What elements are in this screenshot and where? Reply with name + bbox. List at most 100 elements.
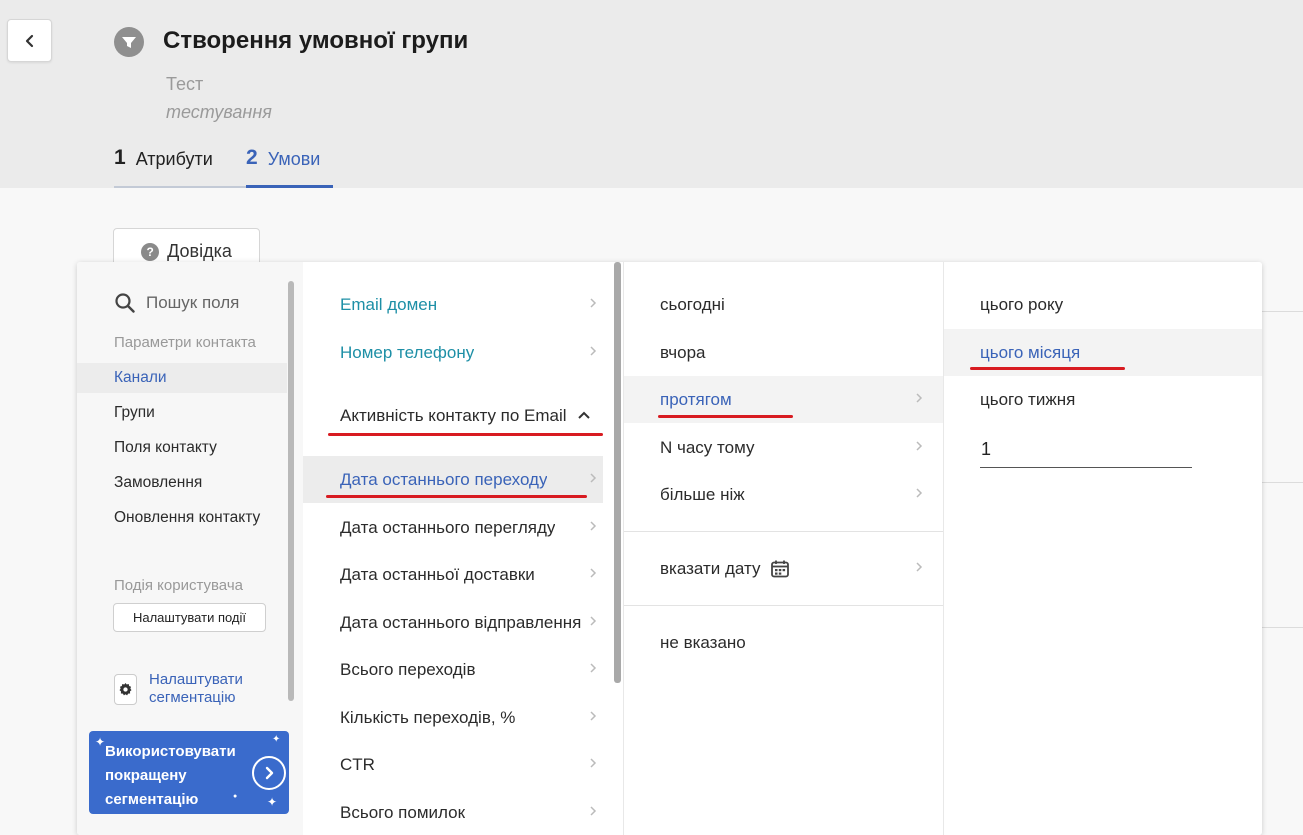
section-label-contact: Параметри контакта <box>114 334 256 351</box>
period-today[interactable]: сьогодні <box>624 281 943 328</box>
page-header: Створення умовної групи Тест тестування … <box>0 0 1303 188</box>
period-label: вказати дату <box>660 558 761 578</box>
chevron-right-icon <box>252 756 286 790</box>
field-label: Дата останньої доставки <box>340 564 535 584</box>
sparkle-icon: ✦ <box>272 734 281 745</box>
field-search[interactable]: Пошук поля <box>114 292 239 314</box>
chevron-right-icon <box>590 806 597 816</box>
annotation-underline <box>970 367 1125 370</box>
field-label: Дата останнього перегляду <box>340 517 556 537</box>
tab-number: 2 <box>246 146 258 169</box>
page-title: Створення умовної групи <box>163 27 469 54</box>
promo-text: Використовувати <box>105 743 236 760</box>
field-label: Email домен <box>340 294 438 314</box>
divider <box>1262 482 1303 483</box>
period-n-time-ago[interactable]: N часу тому <box>624 424 943 471</box>
group-name: Тест <box>166 74 204 94</box>
period-label: N часу тому <box>660 437 755 457</box>
help-button-label: Довідка <box>167 241 232 261</box>
field-list-scrollbar[interactable] <box>614 262 621 683</box>
promo-text: сегментацію <box>105 791 199 808</box>
configure-segmentation-link[interactable]: Налаштувати сегментацію <box>114 671 243 707</box>
field-label: Дата останнього відправлення <box>340 612 582 632</box>
search-placeholder: Пошук поля <box>146 293 240 312</box>
chevron-right-icon <box>590 346 597 356</box>
annotation-underline <box>328 433 603 436</box>
annotation-underline <box>658 415 793 418</box>
chevron-right-icon <box>590 711 597 721</box>
chevron-right-icon <box>590 616 597 626</box>
configure-events-button[interactable]: Налаштувати події <box>113 603 266 632</box>
sidebar-item-orders[interactable]: Замовлення <box>77 468 287 498</box>
field-selector-dropdown: Пошук поля Параметри контакта Канали Гру… <box>77 262 1262 835</box>
field-last-delivery-date[interactable]: Дата останньої доставки <box>303 551 603 598</box>
field-label: Кількість переходів, % <box>340 707 516 727</box>
field-label: Дата останнього переходу <box>340 469 548 489</box>
chevron-right-icon <box>590 521 597 531</box>
period-not-specified[interactable]: не вказано <box>624 619 943 666</box>
option-this-week[interactable]: цього тижня <box>944 376 1262 423</box>
chevron-right-icon <box>590 758 597 768</box>
field-last-view-date[interactable]: Дата останнього перегляду <box>303 504 603 551</box>
tab-number: 1 <box>114 146 126 169</box>
option-this-year[interactable]: цього року <box>944 281 1262 328</box>
within-options-list: цього року цього місяця цього тижня <box>943 262 1262 835</box>
chevron-right-icon <box>916 393 923 403</box>
section-label-user-event: Подія користувача <box>114 577 243 594</box>
chevron-right-icon <box>916 441 923 451</box>
sparkle-icon: ✦ <box>267 795 278 809</box>
period-specify-date[interactable]: вказати дату <box>624 545 943 592</box>
period-label: протягом <box>660 389 732 409</box>
tab-conditions[interactable]: 2 Умови <box>246 145 333 188</box>
sidebar-item-contact-update[interactable]: Оновлення контакту <box>77 503 287 533</box>
chevron-right-icon <box>590 473 597 483</box>
advanced-segmentation-promo[interactable]: ✦ ✦ ✦ ● Використовувати покращену сегмен… <box>89 731 289 814</box>
chevron-up-icon <box>578 411 590 419</box>
field-total-errors[interactable]: Всього помилок <box>303 789 603 835</box>
filter-icon <box>114 27 144 57</box>
help-icon: ? <box>141 243 160 261</box>
tab-attributes[interactable]: 1 Атрибути <box>114 145 246 188</box>
promo-text: покращену <box>105 767 187 784</box>
field-ctr[interactable]: CTR <box>303 741 603 788</box>
chevron-right-icon <box>590 298 597 308</box>
sidebar-scrollbar[interactable] <box>288 281 294 701</box>
field-group-label: Активність контакту по Email <box>340 405 566 425</box>
gear-icon <box>114 674 137 705</box>
chevron-right-icon <box>590 663 597 673</box>
period-more-than[interactable]: більше ніж <box>624 471 943 518</box>
number-input[interactable] <box>980 432 1192 468</box>
tab-label: Атрибути <box>135 149 213 169</box>
chevron-right-icon <box>916 488 923 498</box>
sparkle-icon: ✦ <box>95 735 106 749</box>
tab-label: Умови <box>267 149 321 169</box>
field-label: CTR <box>340 754 375 774</box>
field-group-email-activity[interactable]: Активність контакту по Email <box>303 392 603 439</box>
back-button[interactable] <box>7 19 52 62</box>
field-last-sent-date[interactable]: Дата останнього відправлення <box>303 599 603 646</box>
configure-segmentation-label: сегментацію <box>149 689 236 706</box>
divider <box>1262 311 1303 312</box>
sidebar-item-contact-fields[interactable]: Поля контакту <box>77 433 287 463</box>
annotation-underline <box>326 495 587 498</box>
sidebar-item-channels[interactable]: Канали <box>77 363 287 393</box>
search-icon <box>115 293 135 313</box>
category-sidebar: Пошук поля Параметри контакта Канали Гру… <box>77 262 303 835</box>
divider <box>1262 627 1303 628</box>
divider <box>624 531 943 532</box>
field-click-percent[interactable]: Кількість переходів, % <box>303 694 603 741</box>
chevron-right-icon <box>916 562 923 572</box>
chevron-right-icon <box>590 568 597 578</box>
calendar-icon <box>771 560 790 577</box>
field-label: Номер телефону <box>340 342 475 362</box>
period-list: сьогодні вчора протягом N часу тому біль… <box>623 262 943 835</box>
field-total-clicks[interactable]: Всього переходів <box>303 646 603 693</box>
sidebar-item-groups[interactable]: Групи <box>77 398 287 428</box>
period-yesterday[interactable]: вчора <box>624 329 943 376</box>
configure-segmentation-label: Налаштувати <box>149 671 243 688</box>
field-phone-number[interactable]: Номер телефону <box>303 329 603 376</box>
group-description: тестування <box>166 102 272 122</box>
field-label: Всього помилок <box>340 802 466 822</box>
field-email-domain[interactable]: Email домен <box>303 281 603 328</box>
period-label: більше ніж <box>660 484 745 504</box>
